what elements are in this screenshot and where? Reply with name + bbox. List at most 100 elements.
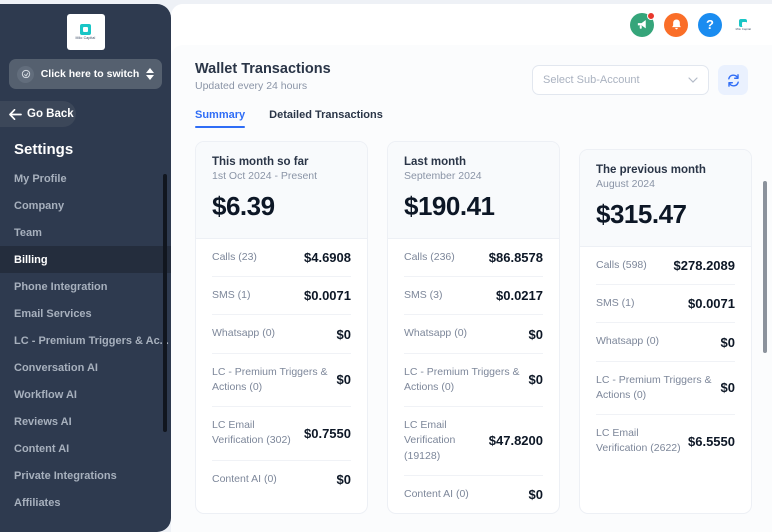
usage-row: LC Email Verification (19128) $47.8200 [404, 407, 543, 476]
sidebar-item-affiliates[interactable]: Affiliates [0, 489, 171, 516]
summary-cards: This month so far 1st Oct 2024 - Present $… [195, 141, 752, 514]
topbar: ? Milo Capital [171, 4, 772, 45]
sidebar-item-label: Team [14, 226, 42, 239]
help-icon[interactable]: ? [698, 12, 722, 37]
sidebar-item-label: Conversation AI [14, 361, 98, 374]
announcement-icon[interactable] [630, 11, 655, 37]
usage-row: Whatsapp (0) $0 [596, 323, 735, 362]
usage-row-label: SMS (1) [212, 289, 251, 302]
usage-row-value: $0.0071 [688, 296, 735, 312]
usage-row-value: $0 [336, 471, 351, 487]
go-back-label: Go Back [27, 108, 74, 120]
summary-card-header: The previous month August 2024 $315.47 [580, 150, 751, 247]
usage-row-value: $6.5550 [688, 433, 735, 449]
sidebar-item-billing[interactable]: Billing [0, 246, 171, 273]
sidebar-item-label: Company [14, 199, 65, 212]
go-back-button[interactable]: Go Back [0, 101, 76, 127]
summary-card-total: $315.47 [596, 199, 687, 229]
sidebar-item-label: Workflow AI [14, 388, 77, 401]
sidebar-scrollbar[interactable] [163, 174, 167, 432]
app-root: Milo Capital Click here to switch Go Bac… [0, 0, 772, 532]
sidebar-item-my-profile[interactable]: My Profile [0, 165, 171, 192]
content-scrollbar[interactable] [762, 181, 767, 353]
summary-card-total: $6.39 [212, 191, 275, 221]
topbar-logo-label: Milo Capital [735, 27, 751, 31]
usage-row-value: $0.0071 [304, 288, 351, 304]
summary-card-header: This month so far 1st Oct 2024 - Present $… [196, 142, 367, 239]
usage-row: LC - Premium Triggers & Actions (0) $0 [404, 354, 543, 408]
sub-account-select[interactable]: Select Sub-Account [532, 65, 709, 95]
sidebar-item-label: Phone Integration [14, 280, 108, 293]
refresh-icon [727, 73, 739, 87]
sidebar-item-private-integrations[interactable]: Private Integrations [0, 462, 171, 489]
usage-row-label: Calls (236) [404, 251, 455, 263]
sidebar-item-label: Reviews AI [14, 415, 72, 428]
usage-row-value: $47.8200 [488, 433, 543, 449]
arrow-left-icon [9, 108, 22, 120]
usage-row-value: $0 [336, 326, 351, 342]
sidebar-item-email-services[interactable]: Email Services [0, 300, 171, 327]
tab-summary[interactable]: Summary [195, 109, 246, 128]
switch-account-icon [17, 65, 34, 83]
usage-row-label: LC - Premium Triggers & Actions (0) [404, 365, 520, 393]
notification-badge [647, 11, 655, 20]
sidebar-logo[interactable]: Milo Capital [0, 4, 171, 50]
usage-row: SMS (3) $0.0217 [404, 277, 543, 316]
usage-row-label: LC - Premium Triggers & Actions (0) [596, 373, 712, 401]
usage-row: Calls (23) $4.6908 [212, 239, 351, 278]
usage-row-value: $86.8578 [488, 250, 543, 266]
usage-row: Calls (236) $86.8578 [404, 239, 543, 278]
sidebar-item-content-ai[interactable]: Content AI [0, 435, 171, 462]
usage-row-value: $0 [336, 372, 351, 388]
brand-mark-icon [80, 24, 91, 35]
sub-account-placeholder: Select Sub-Account [543, 74, 640, 86]
usage-row-label: Calls (598) [596, 259, 647, 271]
summary-card-title: The previous month [596, 164, 706, 176]
usage-row-label: Content AI (0) [404, 487, 469, 500]
usage-row: LC Email Verification (302) $0.7550 [212, 407, 351, 461]
page-section-title: Settings [14, 141, 74, 158]
content-area: Wallet Transactions Updated every 24 hou… [171, 45, 772, 532]
usage-row-value: $0.0217 [496, 288, 543, 304]
usage-row: LC - Premium Triggers & Actions (0) $0 [596, 362, 735, 416]
usage-row-value: $0 [528, 486, 543, 502]
notification-bell-icon[interactable] [664, 12, 688, 37]
refresh-button[interactable] [718, 65, 748, 95]
switch-account-button[interactable]: Click here to switch [9, 59, 162, 89]
chevron-down-icon [688, 77, 698, 83]
summary-card: Last month September 2024 $190.41 Calls (23… [387, 141, 560, 514]
summary-card-body: Calls (23) $4.6908 SMS (1) $0.0071 Whatsapp … [196, 239, 367, 498]
usage-row: SMS (1) $0.0071 [212, 277, 351, 316]
sidebar-item-label: Content AI [14, 442, 70, 455]
sidebar-item-team[interactable]: Team [0, 219, 171, 246]
sidebar-item-phone-integration[interactable]: Phone Integration [0, 273, 171, 300]
usage-row-label: SMS (3) [404, 289, 443, 302]
sidebar-item-lc-premium-triggers-ac[interactable]: LC - Premium Triggers & Ac... [0, 327, 171, 354]
sidebar-logo-label: Milo Capital [75, 35, 96, 41]
summary-card-body: Calls (598) $278.2089 SMS (1) $0.0071 Whatsa… [580, 247, 751, 468]
page-subtitle: Updated every 24 hours [195, 80, 308, 92]
sidebar-item-workflow-ai[interactable]: Workflow AI [0, 381, 171, 408]
usage-row-value: $0 [528, 372, 543, 388]
usage-row-label: Whatsapp (0) [212, 327, 276, 340]
tab-detailed-transactions[interactable]: Detailed Transactions [269, 109, 383, 128]
page-title: Wallet Transactions [195, 61, 331, 77]
main-panel: ? Milo Capital Wallet Transactions Updat… [171, 4, 772, 532]
summary-card-total: $190.41 [404, 191, 495, 221]
sidebar-item-label: LC - Premium Triggers & Ac... [14, 334, 169, 347]
sidebar-item-company[interactable]: Company [0, 192, 171, 219]
usage-row-label: LC - Premium Triggers & Actions (0) [212, 365, 328, 393]
usage-row-value: $0 [528, 326, 543, 342]
brand-logo-icon[interactable]: Milo Capital [732, 15, 754, 35]
usage-row: Content AI (0) $0 [404, 476, 543, 513]
sidebar-item-reviews-ai[interactable]: Reviews AI [0, 408, 171, 435]
sidebar-item-label: Email Services [14, 307, 92, 320]
usage-row: Whatsapp (0) $0 [404, 315, 543, 354]
summary-card-range: 1st Oct 2024 - Present [212, 170, 318, 182]
sidebar-item-conversation-ai[interactable]: Conversation AI [0, 354, 171, 381]
usage-row: LC Email Verification (2622) $6.5550 [596, 415, 735, 467]
switch-account-label: Click here to switch [40, 68, 140, 80]
sidebar-item-label: My Profile [14, 172, 67, 185]
usage-row-value: $0 [720, 380, 735, 396]
usage-row: Whatsapp (0) $0 [212, 315, 351, 354]
